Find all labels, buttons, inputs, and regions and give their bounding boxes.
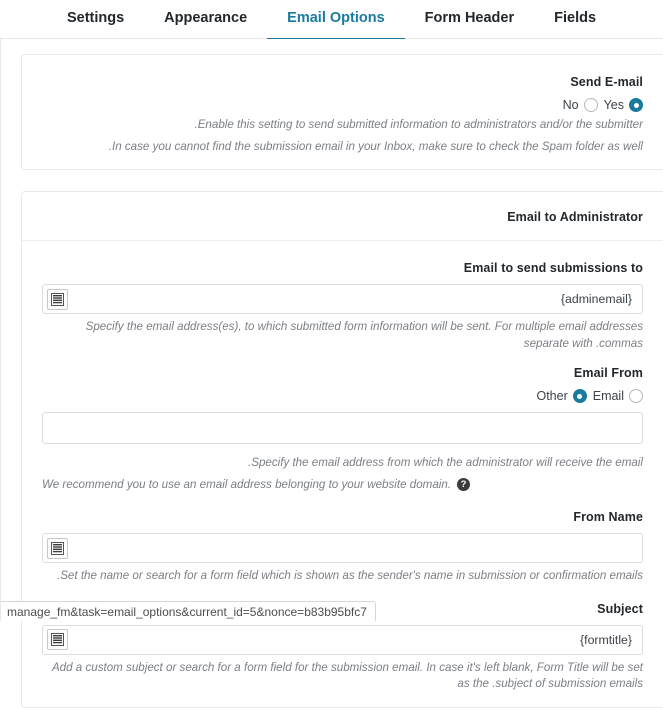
send-email-no-radio[interactable] <box>583 98 598 112</box>
question-mark-icon[interactable]: ? <box>457 478 471 492</box>
send-email-yes-label: Yes <box>603 98 624 112</box>
email-from-email-label: Email <box>592 389 624 403</box>
email-to-input-wrap[interactable] <box>42 284 643 314</box>
admin-panel-title: Email to Administrator <box>507 210 643 224</box>
email-to-description: Specify the email address(es), to which … <box>85 320 643 350</box>
from-name-input[interactable] <box>68 534 642 562</box>
subject-input-wrap[interactable] <box>42 624 643 655</box>
subject-description: Add a custom subject or search for a for… <box>51 660 643 691</box>
email-from-label: Email From <box>573 366 643 380</box>
email-from-option-other[interactable]: Other <box>536 389 587 403</box>
tab-fields[interactable]: Fields <box>534 0 616 41</box>
subject-input[interactable] <box>68 625 642 654</box>
send-email-panel: Send E-mail No Yes .Enable this setting … <box>21 54 663 170</box>
send-email-option-no[interactable]: No <box>563 98 598 112</box>
email-to-input[interactable] <box>68 285 642 313</box>
form-field-list-icon[interactable] <box>47 537 68 559</box>
email-from-input-wrap[interactable] <box>42 412 643 444</box>
email-from-description-2: .We recommend you to use an email addres… <box>42 477 452 491</box>
send-email-no-label: No <box>562 98 579 112</box>
email-from-input[interactable] <box>43 413 642 443</box>
from-name-description: .Set the name or search for a form field… <box>56 569 643 582</box>
from-name-input-wrap[interactable] <box>42 533 643 563</box>
send-email-description-1: .Enable this setting to send submitted i… <box>194 118 643 131</box>
tab-form-header[interactable]: Form Header <box>405 0 534 41</box>
tab-email-options[interactable]: Email Options <box>267 0 405 41</box>
email-from-radio-group: Other Email <box>42 389 643 403</box>
email-to-label: Email to send submissions to <box>463 261 643 275</box>
send-email-title: Send E-mail <box>570 75 643 89</box>
send-email-description-2: .In case you cannot find the submission … <box>108 139 643 153</box>
email-from-other-radio[interactable] <box>572 389 587 403</box>
email-to-administrator-panel: Email to Administrator Email to send sub… <box>21 191 663 708</box>
send-email-radio-group: No Yes <box>42 98 643 112</box>
email-from-option-email[interactable]: Email <box>593 389 643 403</box>
send-email-yes-radio[interactable] <box>629 98 643 112</box>
send-email-option-yes[interactable]: Yes <box>604 98 643 112</box>
email-from-description-1: .Specify the email address from which th… <box>248 456 643 469</box>
tab-settings[interactable]: Settings <box>47 0 144 41</box>
settings-tab-bar: Settings Appearance Email Options Form H… <box>0 0 663 41</box>
form-field-list-icon[interactable] <box>47 288 68 310</box>
browser-status-bar: manage_fm&task=email_options&current_id=… <box>1 601 376 621</box>
email-from-other-label: Other <box>536 389 568 403</box>
from-name-label: From Name <box>573 510 643 524</box>
email-from-email-radio[interactable] <box>629 389 643 403</box>
admin-panel-header: Email to Administrator <box>22 192 663 241</box>
email-options-page: Send E-mail No Yes .Enable this setting … <box>0 39 663 708</box>
tab-appearance[interactable]: Appearance <box>144 0 267 41</box>
form-field-list-icon[interactable] <box>47 629 68 650</box>
email-from-description-2-row: ? .We recommend you to use an email addr… <box>42 477 643 494</box>
